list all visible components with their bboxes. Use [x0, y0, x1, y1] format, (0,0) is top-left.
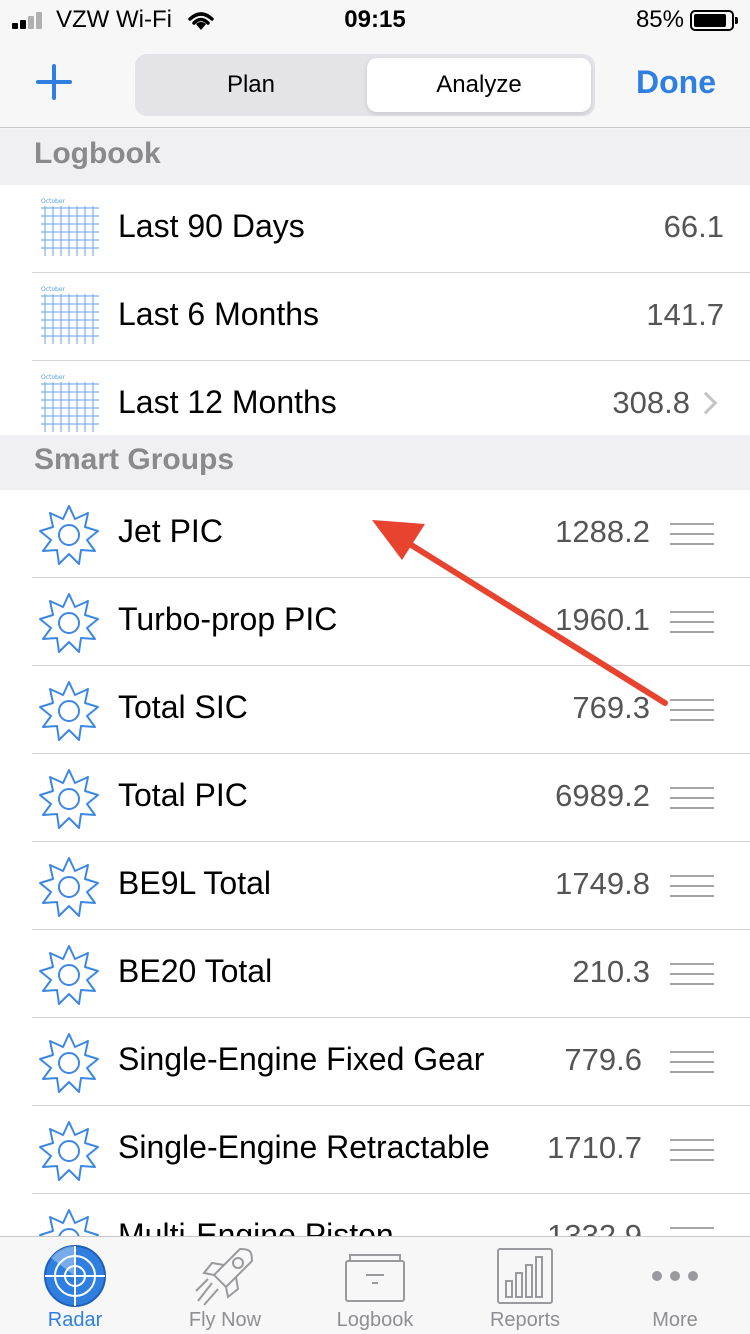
- tab-bar: Radar Fly Now Logbook Reports More: [0, 1236, 750, 1334]
- smart-group-row[interactable]: Jet PIC 1288.2: [0, 490, 750, 578]
- logbook-row-last-6-months[interactable]: October Last 6 Months 141.7: [0, 273, 750, 361]
- reports-icon: [497, 1248, 553, 1304]
- reorder-handle-icon[interactable]: [670, 875, 714, 897]
- tab-reports[interactable]: Reports: [450, 1237, 600, 1334]
- reorder-handle-icon[interactable]: [670, 699, 714, 721]
- tab-label: Radar: [47, 1309, 103, 1331]
- row-value: 308.8: [612, 385, 690, 420]
- row-value: 141.7: [646, 297, 724, 332]
- navigation-bar: Plan Analyze Done: [0, 40, 750, 128]
- tab-label: More: [652, 1309, 698, 1331]
- reorder-handle-icon[interactable]: [670, 611, 714, 633]
- calendar-icon: October: [41, 286, 99, 344]
- rocket-icon: [195, 1247, 254, 1306]
- row-label: Single-Engine Fixed Gear: [118, 1041, 485, 1077]
- row-label: Total SIC: [118, 689, 248, 725]
- add-button[interactable]: [34, 62, 74, 102]
- smart-group-row[interactable]: Total PIC 6989.2: [0, 754, 750, 842]
- reorder-handle-icon[interactable]: [670, 963, 714, 985]
- plan-analyze-segmented-control: Plan Analyze: [135, 54, 595, 116]
- row-value: 779.6: [564, 1042, 642, 1077]
- reorder-handle-icon[interactable]: [670, 1139, 714, 1161]
- smart-group-gear-icon: [39, 1033, 99, 1093]
- smart-group-row[interactable]: BE9L Total 1749.8: [0, 842, 750, 930]
- row-label: Last 12 Months: [118, 384, 337, 420]
- calendar-icon-month: October: [41, 198, 66, 205]
- tab-label: Reports: [489, 1309, 561, 1331]
- row-label: Turbo-prop PIC: [118, 601, 338, 637]
- section-title: Logbook: [34, 137, 161, 170]
- segment-analyze[interactable]: Analyze: [367, 58, 591, 112]
- reorder-handle-icon[interactable]: [670, 1051, 714, 1073]
- smart-group-gear-icon: [39, 681, 99, 741]
- row-value: 1710.7: [547, 1130, 642, 1165]
- smart-group-row[interactable]: Single-Engine Retractable 1710.7: [0, 1106, 750, 1194]
- row-value: 1749.8: [555, 866, 650, 901]
- chevron-right-icon: [694, 391, 718, 415]
- smart-group-gear-icon: [39, 505, 99, 565]
- tab-label: Fly Now: [188, 1309, 262, 1331]
- logbook-icon: [345, 1254, 405, 1302]
- smart-group-gear-icon: [39, 857, 99, 917]
- row-label: Last 90 Days: [118, 208, 305, 244]
- row-value: 769.3: [572, 690, 650, 725]
- row-value: 66.1: [663, 209, 724, 244]
- row-label: Jet PIC: [118, 513, 223, 549]
- smart-group-row[interactable]: BE20 Total 210.3: [0, 930, 750, 1018]
- row-label: Single-Engine Retractable: [118, 1129, 490, 1165]
- tab-logbook[interactable]: Logbook: [300, 1237, 450, 1334]
- row-label: Last 6 Months: [118, 296, 319, 332]
- smart-group-gear-icon: [39, 1121, 99, 1181]
- calendar-icon-month: October: [41, 374, 66, 381]
- logbook-row-last-90-days[interactable]: October Last 90 Days 66.1: [0, 185, 750, 273]
- battery-icon: [690, 10, 738, 31]
- battery-percentage: 85%: [635, 6, 684, 33]
- more-icon: [652, 1271, 698, 1281]
- section-title: Smart Groups: [34, 443, 235, 476]
- tab-label: Logbook: [336, 1309, 414, 1331]
- section-header-logbook: Logbook: [0, 129, 750, 185]
- status-bar: VZW Wi-Fi 09:15 85%: [0, 0, 750, 40]
- smart-group-row[interactable]: Single-Engine Fixed Gear 779.6: [0, 1018, 750, 1106]
- row-label: BE20 Total: [118, 953, 273, 989]
- calendar-icon-month: October: [41, 286, 66, 293]
- row-label: Total PIC: [118, 777, 248, 813]
- smart-group-gear-icon: [39, 769, 99, 829]
- reorder-handle-icon[interactable]: [670, 787, 714, 809]
- radar-icon: [44, 1245, 106, 1307]
- segment-plan[interactable]: Plan: [139, 58, 363, 112]
- calendar-icon: October: [41, 198, 99, 256]
- row-value: 6989.2: [555, 778, 650, 813]
- tab-more[interactable]: More: [600, 1237, 750, 1334]
- row-value: 1288.2: [555, 514, 650, 549]
- row-value: 210.3: [572, 954, 650, 989]
- smart-group-row[interactable]: Total SIC 769.3: [0, 666, 750, 754]
- tab-radar[interactable]: Radar: [0, 1237, 150, 1334]
- section-header-smart-groups: Smart Groups: [0, 435, 750, 491]
- smart-group-gear-icon: [39, 593, 99, 653]
- calendar-icon: October: [41, 374, 99, 432]
- row-label: BE9L Total: [118, 865, 271, 901]
- smart-group-gear-icon: [39, 945, 99, 1005]
- reorder-handle-icon[interactable]: [670, 523, 714, 545]
- smart-group-row[interactable]: Turbo-prop PIC 1960.1: [0, 578, 750, 666]
- row-value: 1960.1: [555, 602, 650, 637]
- done-button[interactable]: Done: [636, 64, 716, 101]
- tab-fly-now[interactable]: Fly Now: [150, 1237, 300, 1334]
